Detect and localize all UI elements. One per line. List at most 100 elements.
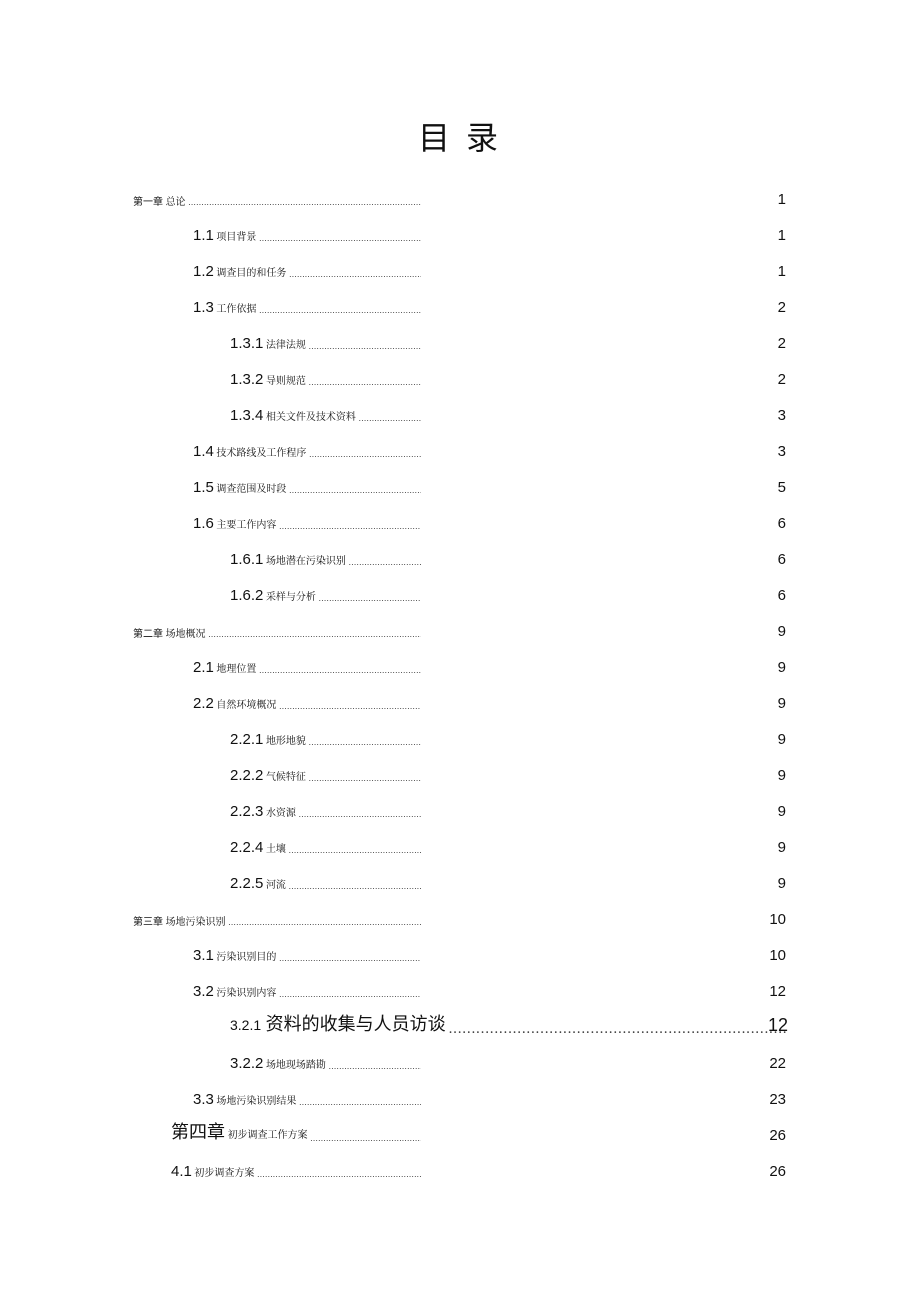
- toc-page: 9: [778, 731, 786, 748]
- toc-label: 地形地貌: [266, 732, 306, 747]
- toc-label: 导则规范: [266, 372, 306, 387]
- toc-entry: 1.6.1 场地潜在污染识别 .........................…: [133, 542, 786, 572]
- toc-page: 1: [778, 263, 786, 280]
- toc-number: 第四章: [171, 1118, 225, 1144]
- toc-label: 项目背景: [216, 228, 256, 243]
- toc-label: 资料的收集与人员访谈: [266, 1010, 446, 1036]
- toc-label: 技术路线及工作程序: [216, 444, 306, 459]
- toc-leader: ........................................…: [259, 234, 421, 244]
- toc-entry: 1.6 主要工作内容 .............................…: [133, 506, 786, 536]
- toc-entry: 3.2.1 资料的收集与人员访谈 .......................…: [133, 1010, 786, 1040]
- toc-entry: 1.6.2 采样与分析 ............................…: [133, 578, 786, 608]
- toc-number: 1.3.4: [230, 407, 263, 424]
- toc-leader: ........................................…: [359, 414, 422, 424]
- toc-page: 26: [769, 1163, 786, 1180]
- toc-leader: ........................................…: [448, 1020, 788, 1036]
- toc-entry: 1.3.1 法律法规 .............................…: [133, 326, 786, 356]
- toc-leader: ........................................…: [289, 270, 421, 280]
- toc-leader: ........................................…: [228, 918, 421, 928]
- toc-page: 9: [778, 839, 786, 856]
- toc-leader: ........................................…: [289, 846, 422, 856]
- toc-number: 1.5: [193, 479, 214, 496]
- toc-page: 2: [778, 335, 786, 352]
- toc-page: 9: [778, 659, 786, 676]
- toc-number: 1.4: [193, 443, 214, 460]
- toc-leader: ........................................…: [188, 198, 421, 208]
- toc-label: 场地污染识别结果: [216, 1092, 296, 1107]
- toc-leader: ........................................…: [310, 1134, 421, 1144]
- toc-entry: 第二章 场地概况 ...............................…: [133, 614, 786, 644]
- toc-leader: ........................................…: [279, 990, 421, 1000]
- toc-leader: ........................................…: [208, 630, 421, 640]
- toc-page: 22: [769, 1055, 786, 1072]
- toc-page: 9: [778, 695, 786, 712]
- toc-leader: ........................................…: [299, 810, 422, 820]
- toc-entry: 1.5 调查范围及时段 ............................…: [133, 470, 786, 500]
- toc-label: 调查目的和任务: [216, 264, 286, 279]
- toc-entry: 第三章 场地污染识别 .............................…: [133, 902, 786, 932]
- toc-label: 工作依据: [216, 300, 256, 315]
- toc-page: 6: [778, 587, 786, 604]
- toc-page: 2: [778, 371, 786, 388]
- toc-number: 第三章: [133, 913, 163, 928]
- toc-leader: ........................................…: [279, 954, 421, 964]
- toc-entry: 第四章 初步调查工作方案 ...........................…: [133, 1118, 786, 1148]
- toc-leader: ........................................…: [259, 306, 421, 316]
- toc-number: 2.2.3: [230, 803, 263, 820]
- toc-leader: ........................................…: [259, 666, 421, 676]
- toc-number: 3.2: [193, 983, 214, 1000]
- toc-number: 2.2.2: [230, 767, 263, 784]
- toc-leader: ........................................…: [309, 774, 422, 784]
- toc-page: 23: [769, 1091, 786, 1108]
- toc-entry: 2.2 自然环境概况 .............................…: [133, 686, 786, 716]
- toc-label: 场地污染识别: [166, 913, 226, 928]
- toc-entry: 2.2.3 水资源 ..............................…: [133, 794, 786, 824]
- toc-entry: 2.2.4 土壤 ...............................…: [133, 830, 786, 860]
- toc-leader: ........................................…: [279, 522, 421, 532]
- toc-number: 1.6.2: [230, 587, 263, 604]
- toc-page: 9: [778, 803, 786, 820]
- toc-entry: 1.1 项目背景 ...............................…: [133, 218, 786, 248]
- toc-number: 2.2: [193, 695, 214, 712]
- toc-number: 第二章: [133, 625, 163, 640]
- toc-page: 2: [778, 299, 786, 316]
- toc-number: 1.6: [193, 515, 214, 532]
- toc-leader: ........................................…: [349, 558, 422, 568]
- toc-page: 12: [768, 1015, 788, 1036]
- toc-page: 1: [778, 227, 786, 244]
- toc-label: 地理位置: [216, 660, 256, 675]
- toc-number: 3.2.1: [230, 1017, 261, 1033]
- toc-leader: ........................................…: [289, 486, 421, 496]
- toc-leader: ........................................…: [309, 450, 421, 460]
- toc-page: 3: [778, 443, 786, 460]
- toc-entry: 4.1 初步调查方案 .............................…: [133, 1154, 786, 1184]
- toc-label: 调查范围及时段: [216, 480, 286, 495]
- toc-number: 3.1: [193, 947, 214, 964]
- toc-page: 9: [778, 623, 786, 640]
- toc-number: 1.3: [193, 299, 214, 316]
- toc-leader: ........................................…: [257, 1170, 421, 1180]
- toc-page: 10: [769, 947, 786, 964]
- toc-page: 9: [778, 767, 786, 784]
- toc-leader: ........................................…: [309, 738, 422, 748]
- toc-label: 主要工作内容: [216, 516, 276, 531]
- toc-leader: ........................................…: [309, 378, 422, 388]
- toc-entry: 3.3 场地污染识别结果 ...........................…: [133, 1082, 786, 1112]
- toc-number: 第一章: [133, 193, 163, 208]
- toc-number: 2.2.5: [230, 875, 263, 892]
- toc-page: 6: [778, 515, 786, 532]
- toc-label: 气候特征: [266, 768, 306, 783]
- toc-label: 总论: [166, 193, 186, 208]
- toc-page: 12: [769, 983, 786, 1000]
- toc-page: 1: [778, 191, 786, 208]
- toc-leader: ........................................…: [279, 702, 421, 712]
- toc-entry: 3.2 污染识别内容 .............................…: [133, 974, 786, 1004]
- toc-entry: 2.2.5 河流 ...............................…: [133, 866, 786, 896]
- toc-entry: 2.1 地理位置 ...............................…: [133, 650, 786, 680]
- toc-label: 场地现场踏勘: [266, 1056, 326, 1071]
- toc-entry: 1.3.2 导则规范 .............................…: [133, 362, 786, 392]
- toc-label: 污染识别内容: [216, 984, 276, 999]
- toc-label: 场地概况: [166, 625, 206, 640]
- toc-entry: 1.3 工作依据 ...............................…: [133, 290, 786, 320]
- toc-number: 3.2.2: [230, 1055, 263, 1072]
